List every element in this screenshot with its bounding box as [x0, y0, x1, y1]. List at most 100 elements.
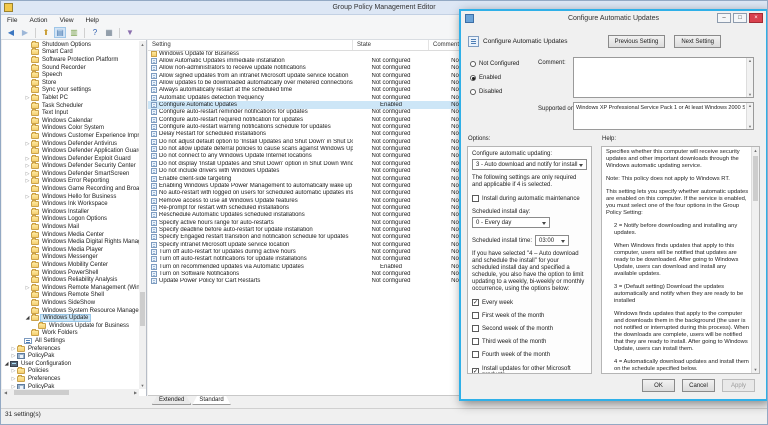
- tree-item[interactable]: Windows Reliability Analysis: [2, 276, 139, 284]
- tree-item[interactable]: All Settings: [2, 337, 139, 345]
- console-tree-icon[interactable]: ▤: [54, 27, 66, 38]
- tree-item[interactable]: Windows Logon Options: [2, 216, 139, 224]
- checkbox-first-week-of-the-month[interactable]: First week of the month: [472, 312, 587, 319]
- tree-item[interactable]: Speech: [2, 71, 139, 79]
- checkbox-install-during-automatic-maintenance[interactable]: Install during automatic maintenance: [472, 195, 587, 202]
- supported-on-scrollbar[interactable]: ▲▼: [746, 103, 753, 129]
- tab-standard[interactable]: Standard: [192, 396, 230, 405]
- scrollbar-thumb[interactable]: [14, 390, 69, 395]
- expand-icon[interactable]: ▷: [10, 368, 17, 374]
- column-header-state[interactable]: State: [353, 40, 429, 50]
- scroll-down-icon[interactable]: ▼: [752, 366, 759, 373]
- tree-item[interactable]: ▷Windows Defender SmartScreen: [2, 170, 139, 178]
- tree-item[interactable]: ▷Policies: [2, 368, 139, 376]
- tree-item[interactable]: Windows PowerShell: [2, 269, 139, 277]
- scrollbar-thumb[interactable]: [753, 156, 758, 201]
- tree-item[interactable]: Windows Customer Experience Improvement: [2, 132, 139, 140]
- expand-icon[interactable]: ▷: [24, 163, 31, 169]
- menu-item-action[interactable]: Action: [23, 17, 53, 24]
- tree-vertical-scrollbar[interactable]: ▲ ▼: [139, 41, 146, 389]
- tree-item[interactable]: Windows Installer: [2, 208, 139, 216]
- tree-horizontal-scrollbar[interactable]: ◀ ▶: [2, 389, 139, 396]
- tree-item[interactable]: Windows Calendar: [2, 117, 139, 125]
- tree-item[interactable]: ▷Windows Defender Exploit Guard: [2, 155, 139, 163]
- expand-icon[interactable]: ▷: [24, 178, 31, 184]
- back-icon[interactable]: ◀: [5, 27, 17, 38]
- column-header-setting[interactable]: Setting: [148, 40, 353, 50]
- tree-item[interactable]: Software Protection Platform: [2, 56, 139, 64]
- tree-item[interactable]: Windows Game Recording and Broadcasting: [2, 185, 139, 193]
- tree-item[interactable]: Windows SideShow: [2, 299, 139, 307]
- close-button[interactable]: ×: [749, 13, 763, 23]
- expand-icon[interactable]: ▷: [10, 376, 17, 382]
- tree-item[interactable]: ▷Windows Defender Antivirus: [2, 140, 139, 148]
- properties-icon[interactable]: ▦: [103, 27, 115, 38]
- tree-item[interactable]: Sync your settings: [2, 87, 139, 95]
- tree-item[interactable]: Windows Ink Workspace: [2, 200, 139, 208]
- tree-item[interactable]: Windows Defender Application Guard: [2, 147, 139, 155]
- tree-item[interactable]: Shutdown Options: [2, 41, 139, 49]
- tree-item[interactable]: ◢Windows Update: [2, 314, 139, 322]
- tree-item[interactable]: ▷Windows Remote Management (WinRM): [2, 284, 139, 292]
- checkbox-install-updates-for-other-microsoft-products[interactable]: ✓Install updates for other Microsoft pro…: [472, 368, 587, 374]
- supported-on-box[interactable]: Windows XP Professional Service Pack 1 o…: [573, 102, 754, 130]
- ok-button[interactable]: OK: [642, 379, 675, 392]
- tree-item[interactable]: Store: [2, 79, 139, 87]
- tree-item[interactable]: Windows Mail: [2, 223, 139, 231]
- radio-not-configured[interactable]: Not Configured: [470, 57, 519, 71]
- tree-item[interactable]: Windows Update for Business: [2, 322, 139, 330]
- help-icon[interactable]: ?: [89, 27, 101, 38]
- tree-item[interactable]: Text Input: [2, 109, 139, 117]
- collapse-icon[interactable]: ◢: [3, 361, 10, 367]
- tree-item[interactable]: ▷Windows Defender Security Center: [2, 163, 139, 171]
- tree-item[interactable]: Work Folders: [2, 330, 139, 338]
- tree-item[interactable]: Windows Media Digital Rights Management: [2, 238, 139, 246]
- expand-icon[interactable]: ▷: [24, 171, 31, 177]
- checkbox-third-week-of-the-month[interactable]: Third week of the month: [472, 338, 587, 345]
- scroll-left-icon[interactable]: ◀: [2, 389, 9, 396]
- tree-item[interactable]: ▷Preferences: [2, 375, 139, 383]
- scroll-right-icon[interactable]: ▶: [132, 389, 139, 396]
- install-day-dropdown[interactable]: 0 - Every day: [472, 217, 550, 228]
- tree-item[interactable]: Sound Recorder: [2, 64, 139, 72]
- scroll-down-icon[interactable]: ▼: [139, 382, 146, 389]
- tree-item[interactable]: ▷Tablet PC: [2, 94, 139, 102]
- install-time-dropdown[interactable]: 03:00: [535, 235, 569, 246]
- tree-item[interactable]: Windows Messenger: [2, 254, 139, 262]
- expand-icon[interactable]: ▷: [10, 346, 17, 352]
- expand-icon[interactable]: ▷: [24, 95, 31, 101]
- comment-textarea[interactable]: ▲▼: [573, 57, 754, 98]
- next-setting-button[interactable]: Next Setting: [674, 35, 721, 48]
- menu-item-help[interactable]: Help: [80, 17, 105, 24]
- scrollbar-thumb[interactable]: [140, 292, 145, 326]
- maximize-button[interactable]: □: [733, 13, 747, 23]
- checkbox-fourth-week-of-the-month[interactable]: Fourth week of the month: [472, 351, 587, 358]
- radio-enabled[interactable]: Enabled: [470, 71, 519, 85]
- tree-item[interactable]: Windows Media Center: [2, 231, 139, 239]
- scroll-up-icon[interactable]: ▲: [752, 147, 759, 154]
- tree-item[interactable]: ▷Preferences: [2, 345, 139, 353]
- expand-icon[interactable]: ▷: [24, 156, 31, 162]
- scroll-up-icon[interactable]: ▲: [139, 41, 146, 48]
- tree-item[interactable]: Windows Color System: [2, 125, 139, 133]
- tree-item[interactable]: Smart Card: [2, 49, 139, 57]
- export-list-icon[interactable]: ▥: [68, 27, 80, 38]
- menu-item-file[interactable]: File: [1, 17, 23, 24]
- expand-icon[interactable]: ▷: [24, 285, 31, 291]
- expand-icon[interactable]: ▷: [24, 194, 31, 200]
- tree-item[interactable]: ◢User Configuration: [2, 360, 139, 368]
- minimize-button[interactable]: –: [717, 13, 731, 23]
- tree-item[interactable]: Windows Mobility Center: [2, 261, 139, 269]
- cancel-button[interactable]: Cancel: [682, 379, 715, 392]
- tree-item[interactable]: ▷Windows Error Reporting: [2, 178, 139, 186]
- checkbox-second-week-of-the-month[interactable]: Second week of the month: [472, 325, 587, 332]
- forward-icon[interactable]: ▶: [19, 27, 31, 38]
- menu-item-view[interactable]: View: [54, 17, 80, 24]
- expand-icon[interactable]: ▷: [10, 353, 17, 359]
- collapse-icon[interactable]: ◢: [24, 315, 31, 321]
- configure-updating-dropdown[interactable]: 3 - Auto download and notify for install: [472, 159, 587, 170]
- tree-item[interactable]: Windows Remote Shell: [2, 292, 139, 300]
- tree-item[interactable]: Task Scheduler: [2, 102, 139, 110]
- radio-disabled[interactable]: Disabled: [470, 85, 519, 99]
- tree-item[interactable]: ▷Windows Hello for Business: [2, 193, 139, 201]
